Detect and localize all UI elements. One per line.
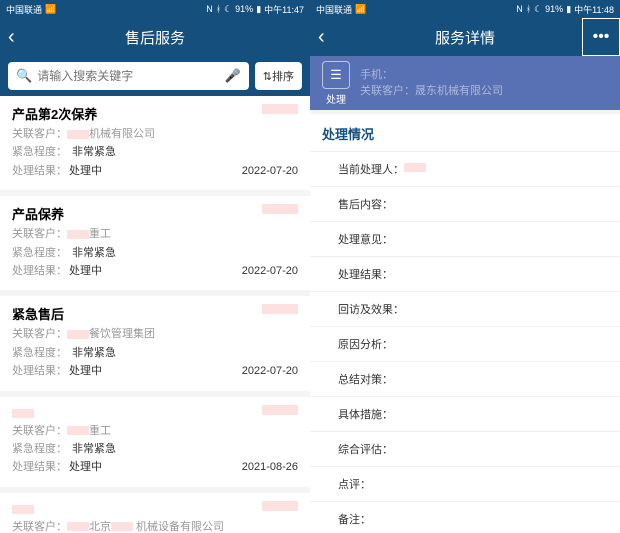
mic-icon[interactable]: 🎤	[225, 68, 241, 84]
redacted	[262, 204, 298, 214]
detail-row: 售后内容：	[310, 187, 620, 222]
detail-row: 备注：	[310, 502, 620, 533]
redacted	[262, 405, 298, 415]
bluetooth-icon: ᚼ	[526, 4, 531, 14]
list-item[interactable]: 关联客户：北京 机械设备有限公司紧急程度：非常紧急	[0, 493, 310, 533]
detail-row: 总结对策：	[310, 362, 620, 397]
page-title: 服务详情	[435, 27, 495, 48]
status-bar: 中国联通 📶 N ᚼ ☾ 91% ▮ 中午11:47	[0, 0, 310, 18]
time-label: 中午11:47	[264, 3, 304, 16]
sort-label: 排序	[272, 68, 294, 84]
battery-icon: ▮	[566, 4, 571, 15]
list-item[interactable]: 产品第2次保养关联客户：机械有限公司紧急程度：非常紧急处理结果：处理中2022-…	[0, 96, 310, 190]
battery-label: 91%	[545, 4, 563, 14]
list-item[interactable]: 产品保养关联客户：重工紧急程度：非常紧急处理结果：处理中2022-07-20	[0, 196, 310, 290]
detail-row: 原因分析：	[310, 327, 620, 362]
signal-icon: 📶	[45, 4, 56, 15]
detail-row: 综合评估：	[310, 432, 620, 467]
list-content[interactable]: 产品第2次保养关联客户：机械有限公司紧急程度：非常紧急处理结果：处理中2022-…	[0, 96, 310, 533]
process-icon-label: 处理	[326, 91, 346, 106]
signal-icon: 📶	[355, 4, 366, 15]
time-label: 中午11:48	[574, 3, 614, 16]
carrier-label: 中国联通	[316, 3, 352, 16]
detail-row: 处理结果：	[310, 257, 620, 292]
battery-icon: ▮	[256, 4, 261, 15]
screen-after-sales-list: 中国联通 📶 N ᚼ ☾ 91% ▮ 中午11:47 ‹ 售后服务 🔍 🎤 ⇅ …	[0, 0, 310, 533]
header: ‹ 服务详情 •••	[310, 18, 620, 56]
nfc-icon: N	[516, 4, 523, 14]
moon-icon: ☾	[224, 4, 232, 15]
search-box[interactable]: 🔍 🎤	[8, 62, 249, 90]
detail-row: 具体措施：	[310, 397, 620, 432]
detail-row: 处理意见：	[310, 222, 620, 257]
detail-content[interactable]: 处理情况 当前处理人：售后内容：处理意见：处理结果：回访及效果：原因分析：总结对…	[310, 110, 620, 533]
list-item[interactable]: 关联客户：重工紧急程度：非常紧急处理结果：处理中2021-08-26	[0, 397, 310, 487]
section-title-process: 处理情况	[310, 114, 620, 152]
info-text: 手机： 关联客户：晟东机械有限公司	[360, 67, 608, 100]
moon-icon: ☾	[534, 4, 542, 15]
more-button[interactable]: •••	[582, 18, 620, 56]
list-item[interactable]: 紧急售后关联客户：餐饮管理集团紧急程度：非常紧急处理结果：处理中2022-07-…	[0, 296, 310, 390]
page-title: 售后服务	[125, 27, 185, 48]
detail-row: 点评：	[310, 467, 620, 502]
search-input[interactable]	[37, 69, 224, 83]
search-row: 🔍 🎤 ⇅ 排序	[0, 56, 310, 96]
redacted	[262, 104, 298, 114]
back-button[interactable]: ‹	[318, 26, 325, 49]
process-icon[interactable]: ☰	[322, 61, 350, 89]
header: ‹ 售后服务	[0, 18, 310, 56]
redacted	[262, 304, 298, 314]
redacted	[262, 501, 298, 511]
carrier-label: 中国联通	[6, 3, 42, 16]
sort-icon: ⇅	[263, 70, 272, 83]
detail-row: 回访及效果：	[310, 292, 620, 327]
bluetooth-icon: ᚼ	[216, 4, 221, 14]
detail-row: 当前处理人：	[310, 152, 620, 187]
screen-service-detail: 中国联通 📶 N ᚼ ☾ 91% ▮ 中午11:48 ‹ 服务详情 ••• ☰ …	[310, 0, 620, 533]
nfc-icon: N	[206, 4, 213, 14]
status-bar: 中国联通 📶 N ᚼ ☾ 91% ▮ 中午11:48	[310, 0, 620, 18]
battery-label: 91%	[235, 4, 253, 14]
search-icon: 🔍	[16, 68, 32, 84]
sort-button[interactable]: ⇅ 排序	[255, 62, 302, 90]
info-head: ☰ 处理 手机： 关联客户：晟东机械有限公司	[310, 56, 620, 110]
back-button[interactable]: ‹	[8, 26, 15, 49]
